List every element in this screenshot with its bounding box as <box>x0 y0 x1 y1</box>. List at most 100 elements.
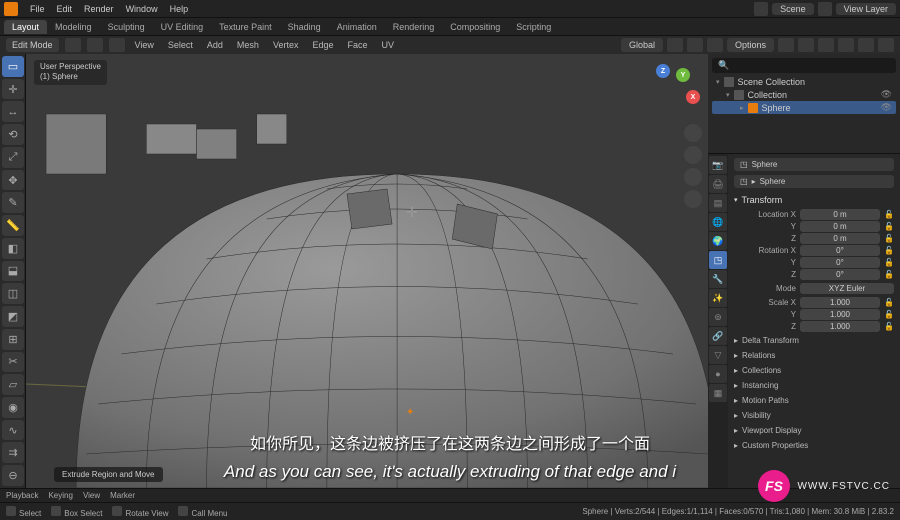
options-dropdown[interactable]: Options <box>727 38 774 52</box>
location-x-input[interactable]: 0 m <box>800 209 880 220</box>
viewlayer-icon[interactable] <box>818 2 832 16</box>
pan-icon[interactable] <box>684 146 702 164</box>
lock-icon[interactable]: 🔓 <box>884 322 894 331</box>
menu-vertex[interactable]: Vertex <box>269 40 303 50</box>
tool-add-cube[interactable]: ◧ <box>2 238 24 259</box>
axis-y-icon[interactable]: Y <box>676 68 690 82</box>
scene-selector[interactable]: Scene <box>772 3 814 15</box>
tool-select-box[interactable]: ▭ <box>2 56 24 77</box>
outliner-row-sphere[interactable]: ▸ Sphere 👁 <box>712 101 896 114</box>
face-select-mode[interactable] <box>109 38 125 52</box>
tool-scale[interactable]: ⤢ <box>2 147 24 168</box>
tool-edgeslide[interactable]: ⇉ <box>2 442 24 463</box>
menu-view[interactable]: View <box>131 40 158 50</box>
timeline-marker[interactable]: Marker <box>110 491 135 500</box>
tab-scripting[interactable]: Scripting <box>508 20 559 34</box>
rotation-y-input[interactable]: 0° <box>800 257 880 268</box>
tab-particles-icon[interactable]: ✨ <box>709 289 727 307</box>
tab-constraints-icon[interactable]: 🔗 <box>709 327 727 345</box>
tab-data-icon[interactable]: ▽ <box>709 346 727 364</box>
timeline-view[interactable]: View <box>83 491 100 500</box>
motionpaths-section[interactable]: ▸Motion Paths <box>734 393 894 408</box>
lock-icon[interactable]: 🔓 <box>884 210 894 219</box>
shading-wireframe-icon[interactable] <box>818 38 834 52</box>
tool-smooth[interactable]: ∿ <box>2 420 24 441</box>
scene-icon[interactable] <box>754 2 768 16</box>
tool-transform[interactable]: ✥ <box>2 170 24 191</box>
location-z-input[interactable]: 0 m <box>800 233 880 244</box>
menu-edit[interactable]: Edit <box>51 4 79 14</box>
overlay-icon[interactable] <box>778 38 794 52</box>
transform-section-header[interactable]: ▾Transform <box>734 192 894 208</box>
instancing-section[interactable]: ▸Instancing <box>734 378 894 393</box>
tab-texturepaint[interactable]: Texture Paint <box>211 20 280 34</box>
scale-y-input[interactable]: 1.000 <box>800 309 880 320</box>
tab-layout[interactable]: Layout <box>4 20 47 34</box>
visibility-section[interactable]: ▸Visibility <box>734 408 894 423</box>
tab-object-icon[interactable]: ◳ <box>709 251 727 269</box>
tab-scene-icon[interactable]: 🌐 <box>709 213 727 231</box>
transform-orientation[interactable]: Global <box>621 38 663 52</box>
lock-icon[interactable]: 🔓 <box>884 310 894 319</box>
xray-icon[interactable] <box>798 38 814 52</box>
outliner-row-collection[interactable]: ▾ Collection 👁 <box>712 88 896 101</box>
scale-x-input[interactable]: 1.000 <box>800 297 880 308</box>
tab-world-icon[interactable]: 🌍 <box>709 232 727 250</box>
outliner-search-input[interactable]: 🔍 <box>712 58 896 73</box>
tool-rotate[interactable]: ⟲ <box>2 124 24 145</box>
data-name-field[interactable]: ◳▸Sphere <box>734 175 894 188</box>
rotation-x-input[interactable]: 0° <box>800 245 880 256</box>
tab-texture-icon[interactable]: ▦ <box>709 384 727 402</box>
tab-output-icon[interactable]: 🖨 <box>709 175 727 193</box>
lock-icon[interactable]: 🔓 <box>884 222 894 231</box>
tool-measure[interactable]: 📏 <box>2 215 24 236</box>
axis-z-icon[interactable]: Z <box>656 64 670 78</box>
tool-move[interactable]: ↔ <box>2 101 24 122</box>
outliner-row-scene[interactable]: ▾ Scene Collection <box>712 76 896 88</box>
shading-rendered-icon[interactable] <box>878 38 894 52</box>
tool-annotate[interactable]: ✎ <box>2 192 24 213</box>
customprops-section[interactable]: ▸Custom Properties <box>734 438 894 453</box>
tab-animation[interactable]: Animation <box>329 20 385 34</box>
menu-select[interactable]: Select <box>164 40 197 50</box>
tab-sculpting[interactable]: Sculpting <box>100 20 153 34</box>
lock-icon[interactable]: 🔓 <box>884 298 894 307</box>
lock-icon[interactable]: 🔓 <box>884 234 894 243</box>
tool-inset[interactable]: ◫ <box>2 283 24 304</box>
location-y-input[interactable]: 0 m <box>800 221 880 232</box>
object-name-field[interactable]: ◳Sphere <box>734 158 894 171</box>
tool-extrude[interactable]: ⬓ <box>2 261 24 282</box>
edge-select-mode[interactable] <box>87 38 103 52</box>
shading-solid-icon[interactable] <box>838 38 854 52</box>
tool-loopcut[interactable]: ⊞ <box>2 329 24 350</box>
tab-rendering[interactable]: Rendering <box>385 20 443 34</box>
tab-modifier-icon[interactable]: 🔧 <box>709 270 727 288</box>
lock-icon[interactable]: 🔓 <box>884 258 894 267</box>
menu-uv[interactable]: UV <box>378 40 399 50</box>
menu-edge[interactable]: Edge <box>308 40 337 50</box>
tool-bevel[interactable]: ◩ <box>2 306 24 327</box>
lock-icon[interactable]: 🔓 <box>884 270 894 279</box>
menu-face[interactable]: Face <box>343 40 371 50</box>
menu-file[interactable]: File <box>24 4 51 14</box>
scale-z-input[interactable]: 1.000 <box>800 321 880 332</box>
tab-modeling[interactable]: Modeling <box>47 20 100 34</box>
camera-icon[interactable] <box>684 168 702 186</box>
rotation-z-input[interactable]: 0° <box>800 269 880 280</box>
relations-section[interactable]: ▸Relations <box>734 348 894 363</box>
menu-mesh[interactable]: Mesh <box>233 40 263 50</box>
last-operator-panel[interactable]: Extrude Region and Move <box>54 467 163 482</box>
viewportdisplay-section[interactable]: ▸Viewport Display <box>734 423 894 438</box>
3d-viewport[interactable]: User Perspective (1) Sphere X Y Z ✛ ✦ Ex… <box>26 54 708 488</box>
navigation-gizmo[interactable]: X Y Z <box>644 62 700 118</box>
outliner[interactable]: 🔍 ▾ Scene Collection ▾ Collection 👁 ▸ Sp… <box>708 54 900 154</box>
tab-compositing[interactable]: Compositing <box>442 20 508 34</box>
tool-polybuild[interactable]: ▱ <box>2 374 24 395</box>
delta-transform-section[interactable]: ▸Delta Transform <box>734 333 894 348</box>
tab-uvediting[interactable]: UV Editing <box>153 20 212 34</box>
menu-window[interactable]: Window <box>120 4 164 14</box>
vertex-select-mode[interactable] <box>65 38 81 52</box>
tool-spin[interactable]: ◉ <box>2 397 24 418</box>
mode-dropdown[interactable]: Edit Mode <box>6 38 59 52</box>
tab-viewlayer-icon[interactable]: ▤ <box>709 194 727 212</box>
